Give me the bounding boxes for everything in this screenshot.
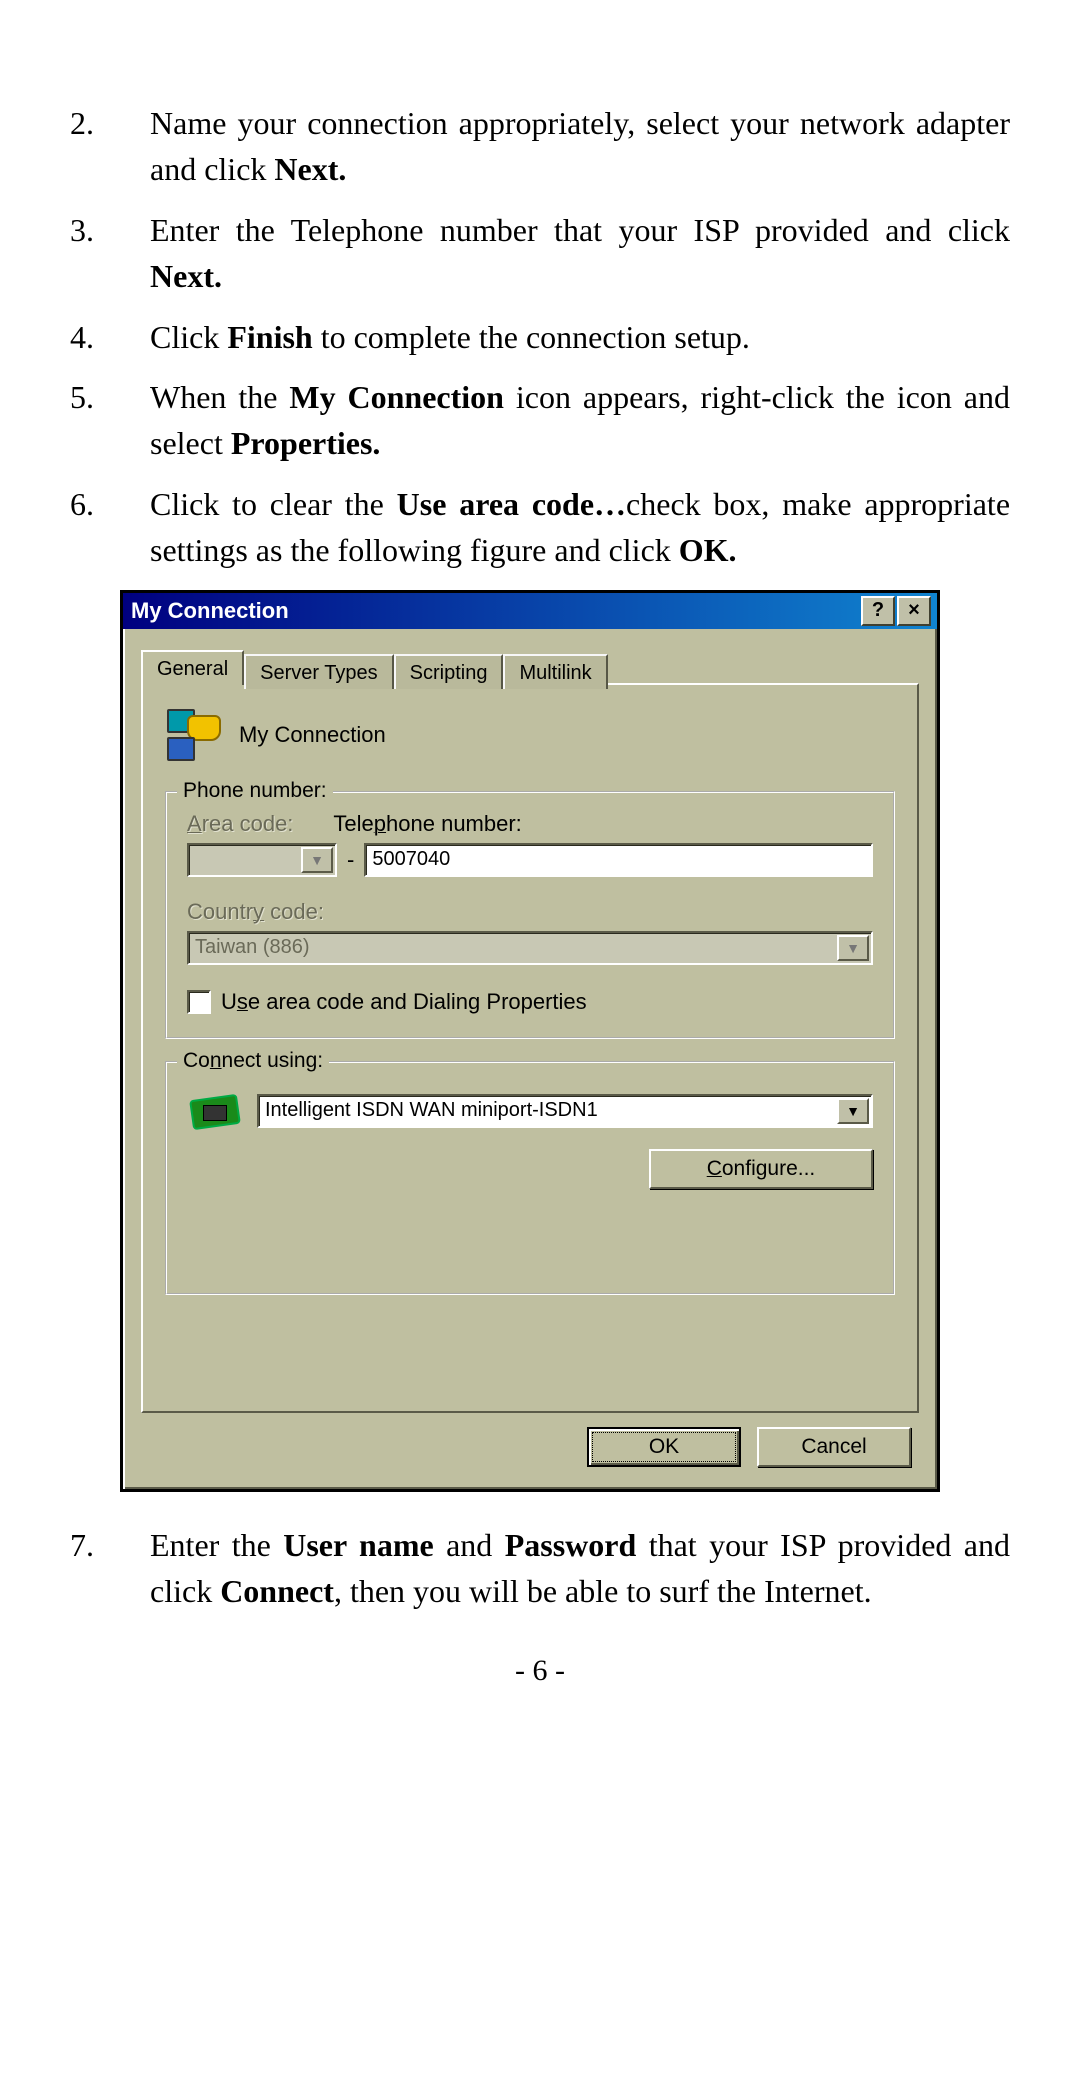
cancel-button[interactable]: Cancel (757, 1427, 911, 1467)
use-area-code-label: Use area code and Dialing Properties (221, 989, 587, 1015)
close-button[interactable]: × (897, 596, 931, 626)
dialup-icon (165, 707, 221, 763)
titlebar[interactable]: My Connection ? × (123, 593, 937, 629)
step-6: 6. Click to clear the Use area code…chec… (70, 481, 1010, 574)
ok-button[interactable]: OK (587, 1427, 741, 1467)
phone-number-group: Phone number: Area code: Telephone numbe… (165, 791, 895, 1039)
step-4: 4. Click Finish to complete the connecti… (70, 314, 1010, 360)
tab-server-types[interactable]: Server Types (244, 654, 393, 689)
help-button[interactable]: ? (861, 596, 895, 626)
step-3: 3. Enter the Telephone number that your … (70, 207, 1010, 300)
step-5: 5. When the My Connection icon appears, … (70, 374, 1010, 467)
tab-strip: General Server Types Scripting Multilink (141, 643, 919, 683)
step-text: Name your connection appropriately, sele… (150, 100, 1010, 193)
connection-name-label: My Connection (239, 722, 386, 748)
tab-panel-general: My Connection Phone number: Area code: T… (141, 683, 919, 1413)
step-num: 2. (70, 100, 150, 193)
tab-multilink[interactable]: Multilink (503, 654, 607, 689)
tab-general[interactable]: General (141, 650, 244, 685)
modem-icon (187, 1091, 243, 1131)
area-code-combo: ▼ (187, 843, 337, 877)
modem-value: Intelligent ISDN WAN miniport-ISDN1 (265, 1099, 598, 1122)
step-7: 7. Enter the User name and Password that… (70, 1522, 1010, 1615)
chevron-down-icon: ▼ (301, 847, 333, 873)
step-2: 2. Name your connection appropriately, s… (70, 100, 1010, 193)
page-number: - 6 - (70, 1654, 1010, 1688)
phone-number-group-title: Phone number: (177, 779, 333, 803)
country-code-label: Country code: (187, 899, 873, 925)
connect-using-group-title: Connect using: (177, 1049, 329, 1073)
use-area-code-checkbox-row[interactable]: Use area code and Dialing Properties (187, 989, 873, 1015)
country-code-value: Taiwan (886) (195, 936, 310, 959)
chevron-down-icon: ▼ (837, 935, 869, 961)
use-area-code-checkbox[interactable] (187, 990, 211, 1014)
dash-separator: - (347, 847, 354, 873)
area-code-label: Area code: (187, 811, 293, 837)
telephone-number-input[interactable]: 5007040 (364, 843, 873, 877)
telephone-number-value: 5007040 (372, 848, 450, 871)
my-connection-dialog: My Connection ? × General Server Types S… (120, 590, 940, 1492)
chevron-down-icon[interactable]: ▼ (837, 1098, 869, 1124)
tab-scripting[interactable]: Scripting (394, 654, 504, 689)
telephone-number-label: Telephone number: (333, 811, 521, 837)
configure-button[interactable]: Configure... (649, 1149, 873, 1189)
country-code-combo: Taiwan (886) ▼ (187, 931, 873, 965)
connect-using-group: Connect using: Intelligent ISDN WAN mini… (165, 1061, 895, 1295)
window-title: My Connection (129, 598, 859, 624)
modem-combo[interactable]: Intelligent ISDN WAN miniport-ISDN1 ▼ (257, 1094, 873, 1128)
